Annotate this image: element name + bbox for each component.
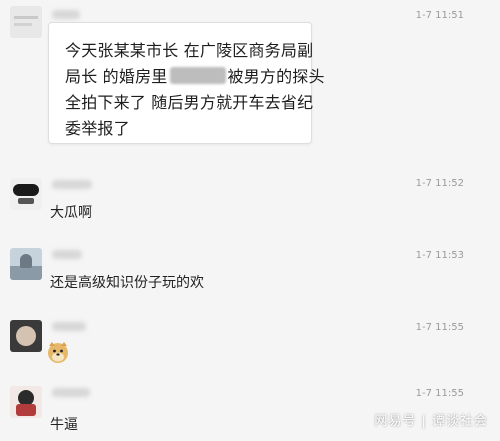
watermark: 网易号 | 谭谈社会 xyxy=(374,414,488,429)
sender-name xyxy=(52,250,82,259)
avatar[interactable] xyxy=(10,320,42,352)
message-4: 1-7 11:55 xyxy=(0,310,500,380)
message-text: 大瓜啊 xyxy=(50,205,92,221)
message-text-line: 全拍下来了 随后男方就开车去省纪 xyxy=(65,93,314,112)
message-text-line: 局长 的婚房里 被男方的探头 xyxy=(65,63,325,87)
message-text-part: 局长 的婚房里 xyxy=(65,67,168,86)
message-time: 1-7 11:55 xyxy=(415,388,464,399)
message-bubble[interactable]: 今天张某某市长 在广陵区商务局副 局长 的婚房里 被男方的探头 全拍下来了 随后男… xyxy=(48,22,325,144)
message-time: 1-7 11:51 xyxy=(415,10,464,21)
sender-name xyxy=(52,180,92,189)
avatar[interactable] xyxy=(10,248,42,280)
message-2: 1-7 11:52 大瓜啊 xyxy=(0,170,500,230)
message-text-part: 被男方的探头 xyxy=(227,67,325,86)
sender-name xyxy=(52,10,80,19)
message-time: 1-7 11:52 xyxy=(415,178,464,189)
message-3: 1-7 11:53 还是高级知识份子玩的欢 xyxy=(0,240,500,300)
avatar[interactable] xyxy=(10,386,42,418)
message-text-line: 委举报了 xyxy=(65,119,130,138)
message-text-line: 今天张某某市长 在广陵区商务局副 xyxy=(65,41,314,60)
message-text: 牛逼 xyxy=(50,417,78,433)
message-time: 1-7 11:53 xyxy=(415,250,464,261)
message-text: 还是高级知识份子玩的欢 xyxy=(50,275,204,291)
message-1: 1-7 11:51 今天张某某市长 在广陵区商务局副 局长 的婚房里 被男方的探头… xyxy=(0,0,500,150)
sender-name xyxy=(52,322,86,331)
sender-name xyxy=(52,388,90,397)
avatar[interactable] xyxy=(10,6,42,38)
avatar[interactable] xyxy=(10,178,42,210)
message-time: 1-7 11:55 xyxy=(415,322,464,333)
censored-blur xyxy=(169,67,226,84)
doge-sticker-icon[interactable] xyxy=(46,340,70,364)
